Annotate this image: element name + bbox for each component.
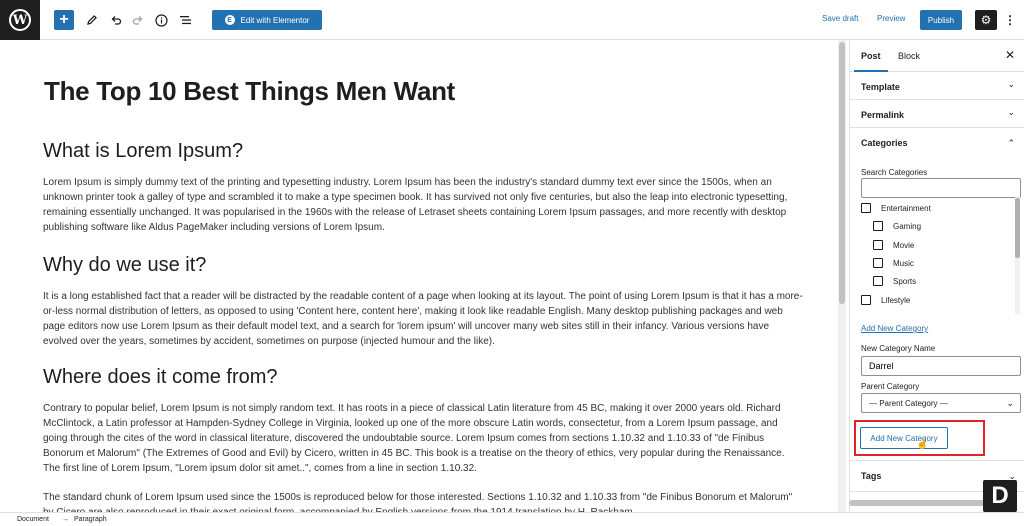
elementor-label: Edit with Elementor bbox=[240, 15, 310, 25]
paragraph-block[interactable]: The standard chunk of Lorem Ipsum used s… bbox=[43, 490, 803, 512]
category-label: Movie bbox=[893, 240, 915, 250]
info-icon bbox=[154, 13, 168, 27]
category-item[interactable]: Sports bbox=[873, 276, 916, 286]
parent-category-label: Parent Category bbox=[861, 382, 920, 391]
add-new-category-button[interactable]: Add New Category bbox=[860, 427, 948, 449]
panel-title: Permalink bbox=[861, 110, 905, 120]
scrollbar-thumb[interactable] bbox=[839, 42, 845, 304]
undo-button[interactable] bbox=[106, 10, 126, 30]
edit-pencil-button[interactable] bbox=[82, 10, 102, 30]
wordpress-logo-icon: W bbox=[9, 9, 31, 31]
category-item[interactable]: Music bbox=[873, 258, 914, 268]
undo-icon bbox=[111, 16, 122, 25]
more-vertical-icon: ⋮ bbox=[1004, 13, 1016, 27]
top-toolbar: W + E Edit with Elementor Save draft Pre… bbox=[0, 0, 1024, 40]
category-label: Gaming bbox=[893, 221, 922, 231]
wordpress-logo-button[interactable]: W bbox=[0, 0, 40, 40]
pencil-icon bbox=[87, 15, 97, 25]
scrollbar-thumb[interactable] bbox=[1015, 198, 1020, 258]
category-list: Entertainment Gaming Movie Music Sports … bbox=[861, 196, 1021, 314]
heading-block[interactable]: Why do we use it? bbox=[43, 254, 206, 277]
category-item[interactable]: Movie bbox=[873, 240, 914, 250]
tab-post[interactable]: Post bbox=[861, 51, 881, 61]
elementor-icon: E bbox=[224, 15, 235, 25]
panel-title: Template bbox=[861, 82, 900, 92]
category-checkbox[interactable] bbox=[873, 276, 883, 286]
heading-block[interactable]: Where does it come from? bbox=[43, 366, 278, 389]
add-new-category-link[interactable]: Add New Category bbox=[861, 324, 928, 333]
new-category-name-input[interactable] bbox=[861, 356, 1021, 376]
redo-button[interactable] bbox=[128, 10, 148, 30]
chevron-down-icon: ⌄ bbox=[1007, 107, 1015, 117]
settings-sidebar: Post Block ✕ Template ⌄ Permalink ⌄ Cate… bbox=[849, 40, 1024, 512]
category-list-scrollbar[interactable] bbox=[1015, 196, 1020, 314]
category-checkbox[interactable] bbox=[861, 295, 871, 305]
chevron-up-icon: ⌃ bbox=[1007, 138, 1015, 148]
paragraph-block[interactable]: It is a long established fact that a rea… bbox=[43, 289, 803, 349]
channel-watermark-logo: D bbox=[983, 480, 1017, 512]
add-block-button[interactable]: + bbox=[54, 10, 74, 30]
chevron-down-icon: ⌄ bbox=[1007, 79, 1015, 89]
publish-button[interactable]: Publish bbox=[920, 10, 962, 30]
save-draft-button[interactable]: Save draft bbox=[822, 14, 858, 23]
paragraph-block[interactable]: Contrary to popular belief, Lorem Ipsum … bbox=[43, 401, 803, 476]
post-title[interactable]: The Top 10 Best Things Men Want bbox=[44, 76, 455, 107]
parent-category-value: — Parent Category — bbox=[869, 399, 948, 408]
search-categories-label: Search Categories bbox=[861, 168, 928, 177]
panel-title: Tags bbox=[861, 471, 882, 481]
block-breadcrumb-footer: Document → Paragraph bbox=[0, 512, 1024, 526]
settings-button[interactable]: ⚙ bbox=[975, 10, 997, 30]
panel-title: Categories bbox=[861, 138, 908, 148]
editor-scrollbar[interactable] bbox=[838, 40, 846, 512]
category-checkbox[interactable] bbox=[873, 221, 883, 231]
editor-app: W + E Edit with Elementor Save draft Pre… bbox=[0, 0, 1024, 526]
breadcrumb-document[interactable]: Document bbox=[17, 516, 49, 523]
category-label: Music bbox=[893, 258, 914, 268]
paragraph-block[interactable]: Lorem Ipsum is simply dummy text of the … bbox=[43, 175, 803, 235]
hand-cursor-icon: ☝ bbox=[916, 439, 929, 450]
edit-with-elementor-button[interactable]: E Edit with Elementor bbox=[212, 10, 322, 30]
category-item[interactable]: Gaming bbox=[873, 221, 921, 231]
parent-category-select[interactable]: — Parent Category — ⌄ bbox=[861, 393, 1021, 413]
category-item[interactable]: Entertainment bbox=[861, 203, 931, 213]
template-panel[interactable]: Template ⌄ bbox=[850, 72, 1024, 100]
category-label: Sports bbox=[893, 276, 917, 286]
heading-block[interactable]: What is Lorem Ipsum? bbox=[43, 140, 243, 163]
category-checkbox[interactable] bbox=[873, 240, 883, 250]
new-category-name-label: New Category Name bbox=[861, 344, 936, 353]
search-categories-input[interactable] bbox=[861, 178, 1021, 198]
category-checkbox[interactable] bbox=[861, 203, 871, 213]
chevron-down-icon: ⌄ bbox=[1006, 398, 1014, 408]
tab-block[interactable]: Block bbox=[898, 51, 920, 61]
category-label: Lifestyle bbox=[881, 295, 911, 305]
redo-icon bbox=[132, 16, 143, 25]
gear-icon: ⚙ bbox=[980, 13, 992, 27]
sidebar-tabs: Post Block ✕ bbox=[850, 40, 1024, 72]
breadcrumb-arrow-icon: → bbox=[62, 516, 69, 523]
list-view-icon bbox=[179, 16, 191, 25]
details-button[interactable] bbox=[151, 10, 171, 30]
breadcrumb-paragraph[interactable]: Paragraph bbox=[74, 516, 107, 523]
category-checkbox[interactable] bbox=[873, 258, 883, 268]
category-label: Entertainment bbox=[881, 203, 931, 213]
category-item[interactable]: Lifestyle bbox=[861, 295, 910, 305]
list-view-button[interactable] bbox=[175, 10, 195, 30]
close-sidebar-button[interactable]: ✕ bbox=[1005, 48, 1015, 62]
permalink-panel[interactable]: Permalink ⌄ bbox=[850, 100, 1024, 128]
editor-canvas: The Top 10 Best Things Men Want What is … bbox=[0, 40, 848, 512]
preview-button[interactable]: Preview bbox=[877, 14, 905, 23]
more-options-button[interactable]: ⋮ bbox=[1004, 10, 1016, 30]
categories-panel-header[interactable]: Categories ⌃ bbox=[850, 128, 1024, 156]
